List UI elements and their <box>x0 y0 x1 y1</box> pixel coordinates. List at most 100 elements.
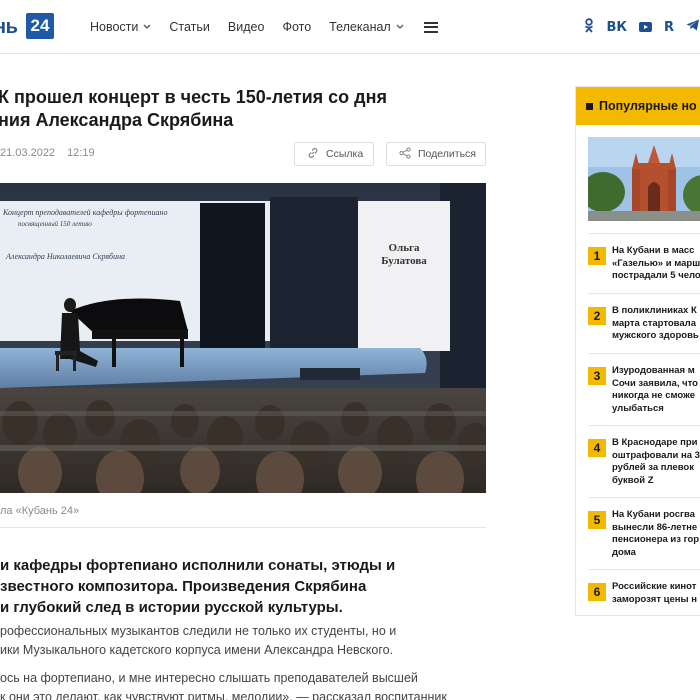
divider <box>0 527 486 528</box>
chevron-down-icon <box>143 23 151 32</box>
youtube-icon[interactable] <box>638 22 652 32</box>
nav-tv-label: Телеканал <box>329 20 391 34</box>
paragraph-line: к они это делают, как чувствуют ритмы, м… <box>0 690 447 700</box>
popular-item-line: Изуродованная м <box>612 365 695 376</box>
popular-item-line: улыбаться <box>612 402 664 414</box>
logo-text[interactable]: нь <box>0 16 18 39</box>
popular-item-number: 6 <box>588 583 606 601</box>
photo-name-line1: Ольга <box>388 242 420 254</box>
social-links: ВК R <box>572 0 700 54</box>
popular-item-title: На Кубани в масс «Газелью» и марш постра… <box>612 245 700 283</box>
popular-item-line: «Газелью» и марш <box>612 257 700 269</box>
popular-item-line: Российские кинот <box>612 581 697 592</box>
nav-video-label: Видео <box>227 20 265 34</box>
popular-news-sidebar: Популярные но 1 На Кубани в масс «Газель… <box>575 86 700 616</box>
popular-item-line: вынесли 86-летне <box>612 521 698 533</box>
paragraph-line: рофессиональных музыкантов следили не то… <box>0 624 397 638</box>
share-icon <box>399 146 411 162</box>
main-nav: Новости Статьи Видео Фото Телеканал <box>90 0 438 54</box>
lead-line: звестного композитора. Произведения Скря… <box>0 578 367 595</box>
photo-screen-line2: посвященный 150 летию <box>18 220 92 228</box>
share-button[interactable]: Поделиться <box>386 142 486 166</box>
photo-caption: ла «Кубань 24» <box>0 505 80 517</box>
popular-item-line: дома <box>612 546 636 558</box>
vk-icon[interactable]: ВК <box>606 20 627 35</box>
paragraph-line: ики Музыкального кадетского корпуса имен… <box>0 643 394 657</box>
popular-item-title: Российские кинот заморозят цены н <box>612 581 697 606</box>
popular-item-number: 1 <box>588 247 606 265</box>
divider <box>588 425 700 426</box>
site-header: нь 24 Новости Статьи Видео Фото Телекана… <box>0 0 700 54</box>
article-date: 21.03.2022 <box>0 147 56 159</box>
article-title-line: ния Александра Скрябина <box>0 110 234 130</box>
popular-item-number: 2 <box>588 307 606 325</box>
popular-item[interactable]: 3 Изуродованная м Сочи заявила, что нико… <box>588 365 700 415</box>
square-bullet-icon <box>586 102 593 110</box>
divider <box>588 569 700 570</box>
popular-item-title: В поликлиниках К марта стартовала мужско… <box>612 305 699 343</box>
popular-item-line: оштрафовали на 3 <box>612 449 700 461</box>
article-lead: и кафедры фортепиано исполнили сонаты, э… <box>0 555 486 618</box>
popular-item[interactable]: 5 На Кубани росгва вынесли 86-летне пенс… <box>588 509 700 559</box>
popular-item[interactable]: 4 В Краснодаре при оштрафовали на 3 рубл… <box>588 437 700 487</box>
sidebar-title: Популярные но <box>599 99 697 113</box>
popular-item-line: Сочи заявила, что <box>612 377 698 389</box>
telegram-icon[interactable] <box>686 19 700 35</box>
divider <box>588 293 700 294</box>
nav-tv[interactable]: Телеканал <box>329 20 404 34</box>
photo-screen-line3: Александра Николаевича Скрябина <box>5 252 125 261</box>
divider <box>588 497 700 498</box>
share-label: Поделиться <box>418 148 476 160</box>
popular-item-line: В Краснодаре при <box>612 437 698 448</box>
link-icon <box>307 147 319 162</box>
nav-video[interactable]: Видео <box>228 20 265 34</box>
sidebar-header: Популярные но <box>576 87 700 125</box>
popular-item-title: В Краснодаре при оштрафовали на 3 рублей… <box>612 437 700 487</box>
nav-news-label: Новости <box>90 20 139 34</box>
article-time: 12:19 <box>67 147 95 159</box>
divider <box>588 353 700 354</box>
popular-item[interactable]: 1 На Кубани в масс «Газелью» и марш пост… <box>588 245 700 283</box>
lead-line: и кафедры фортепиано исполнили сонаты, э… <box>0 557 396 574</box>
chevron-down-icon <box>396 23 404 32</box>
article-title: К прошел концерт в честь 150-летия со дн… <box>0 86 478 132</box>
popular-item-line: На Кубани в масс <box>612 245 695 256</box>
article-title-line: К прошел концерт в честь 150-летия со дн… <box>0 87 387 107</box>
popular-item[interactable]: 2 В поликлиниках К марта стартовала мужс… <box>588 305 700 343</box>
popular-item-line: В поликлиниках К <box>612 305 697 316</box>
article-paragraph: рофессиональных музыкантов следили не то… <box>0 622 486 660</box>
popular-item-number: 3 <box>588 367 606 385</box>
popular-item-line: буквой Z <box>612 474 654 486</box>
nav-articles-label: Статьи <box>169 20 210 34</box>
paragraph-line: ось на фортепиано, и мне интересно слыша… <box>0 671 418 685</box>
photo-screen-line1: Концерт преподавателей кафедры фортепиан… <box>2 208 167 217</box>
article-meta: 21.03.2022 12:19 <box>0 147 107 159</box>
popular-item-line: пострадали 5 чело <box>612 270 700 281</box>
article-photo: Ольга Булатова Концерт преподавателей ка… <box>0 183 486 493</box>
copy-link-label: Ссылка <box>326 148 364 160</box>
logo-badge[interactable]: 24 <box>26 13 54 39</box>
popular-item-line: На Кубани росгва <box>612 509 695 520</box>
copy-link-button[interactable]: Ссылка <box>294 142 374 166</box>
sidebar-image[interactable] <box>588 137 700 221</box>
popular-item-line: рублей за плевок <box>612 462 694 473</box>
hamburger-icon[interactable] <box>423 21 438 33</box>
article-paragraph: ось на фортепиано, и мне интересно слыша… <box>0 669 486 700</box>
photo-name-line2: Булатова <box>381 255 427 267</box>
popular-item-line: пенсионера из гор <box>612 534 700 545</box>
ok-icon[interactable] <box>584 17 594 37</box>
nav-photo-label: Фото <box>282 20 312 34</box>
popular-item-line: мужского здоровь <box>612 330 699 341</box>
popular-item-line: никогда не сможе <box>612 390 695 401</box>
nav-articles[interactable]: Статьи <box>169 20 210 34</box>
divider <box>588 233 700 234</box>
popular-item-title: Изуродованная м Сочи заявила, что никогд… <box>612 365 698 415</box>
nav-news[interactable]: Новости <box>90 20 151 34</box>
popular-item[interactable]: 6 Российские кинот заморозят цены н <box>588 581 700 606</box>
popular-item-line: марта стартовала <box>612 317 696 329</box>
nav-photo[interactable]: Фото <box>282 20 311 34</box>
popular-item-line: заморозят цены н <box>612 593 697 605</box>
rutube-icon[interactable]: R <box>664 20 674 35</box>
popular-item-number: 4 <box>588 439 606 457</box>
popular-item-number: 5 <box>588 511 606 529</box>
